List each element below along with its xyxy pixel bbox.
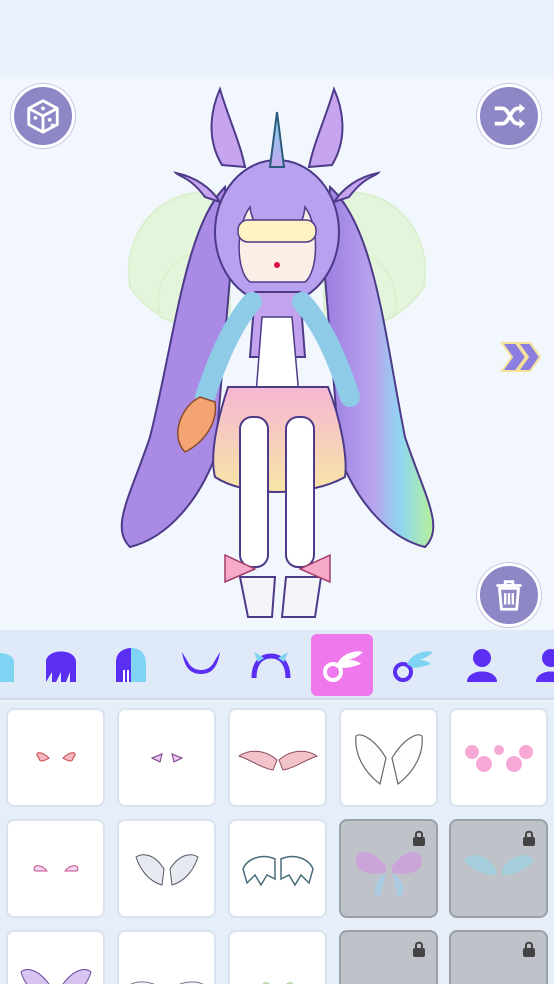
butterfly-wings-thumb xyxy=(355,851,422,897)
hair-two-tone-icon xyxy=(116,648,146,682)
lock-icon xyxy=(413,941,425,957)
lock-icon xyxy=(523,830,535,846)
next-page-arrow[interactable] xyxy=(500,339,544,375)
wing-item[interactable] xyxy=(6,930,105,984)
delete-button[interactable] xyxy=(477,563,541,627)
trash-icon xyxy=(496,580,522,611)
wing-item[interactable] xyxy=(228,708,327,807)
wing-item[interactable] xyxy=(6,819,105,918)
tab-body-alt[interactable] xyxy=(520,634,554,696)
wing-item-locked[interactable] xyxy=(449,819,548,918)
shuffle-button[interactable] xyxy=(477,84,541,148)
wing-item-locked[interactable] xyxy=(339,930,438,984)
character-stage xyxy=(0,77,554,630)
hair-front-icon xyxy=(46,651,76,682)
tab-horns[interactable] xyxy=(170,634,232,696)
wing-item-grid xyxy=(0,702,554,984)
body-icon xyxy=(467,649,497,682)
tab-hair-back[interactable] xyxy=(0,634,30,696)
dice-icon xyxy=(27,99,59,134)
wings-icon xyxy=(323,651,363,682)
category-tab-strip[interactable] xyxy=(0,630,554,700)
tab-body[interactable] xyxy=(451,634,513,696)
wing-item[interactable] xyxy=(117,819,216,918)
silver-leaf-wings-thumb xyxy=(134,853,199,886)
wing-item[interactable] xyxy=(449,708,548,807)
white-feather-wings-thumb xyxy=(129,980,204,984)
lock-icon xyxy=(413,830,425,846)
wing-item[interactable] xyxy=(339,708,438,807)
shuffle-icon xyxy=(494,103,526,129)
random-dice-button[interactable] xyxy=(11,84,75,148)
body-alt-icon xyxy=(536,649,554,682)
lock-icon xyxy=(523,941,535,957)
hair-back-icon xyxy=(0,653,14,682)
cyan-fairy-wings-thumb xyxy=(463,854,534,875)
character-preview xyxy=(120,86,435,618)
pink-heart-wings-thumb xyxy=(464,744,533,772)
horns-icon xyxy=(182,652,220,674)
wings-alt-icon xyxy=(393,651,433,682)
wing-item-locked[interactable] xyxy=(449,930,548,984)
tab-wings[interactable] xyxy=(311,634,373,696)
wing-item[interactable] xyxy=(117,930,216,984)
green-leaf-wings-thumb xyxy=(262,981,293,984)
top-bar xyxy=(0,0,554,77)
tiny-bat-wings-thumb xyxy=(150,752,183,763)
horns-outline-icon xyxy=(251,652,291,679)
wing-item[interactable] xyxy=(6,708,105,807)
wing-item[interactable] xyxy=(228,930,327,984)
pink-feather-wings-thumb xyxy=(237,750,318,771)
white-angel-wings-thumb xyxy=(354,733,423,785)
small-pastel-wings-thumb xyxy=(33,864,78,871)
lavender-feather-wings-thumb xyxy=(19,968,92,984)
tab-horns-outline[interactable] xyxy=(240,634,302,696)
tab-hair-two-tone[interactable] xyxy=(100,634,162,696)
tab-hair-front[interactable] xyxy=(30,634,92,696)
wing-item-locked[interactable] xyxy=(339,819,438,918)
tiny-pink-wings-thumb xyxy=(35,751,76,761)
tab-wings-alt[interactable] xyxy=(381,634,443,696)
wing-item[interactable] xyxy=(117,708,216,807)
wing-item[interactable] xyxy=(228,819,327,918)
bone-bat-wings-thumb xyxy=(241,855,314,886)
